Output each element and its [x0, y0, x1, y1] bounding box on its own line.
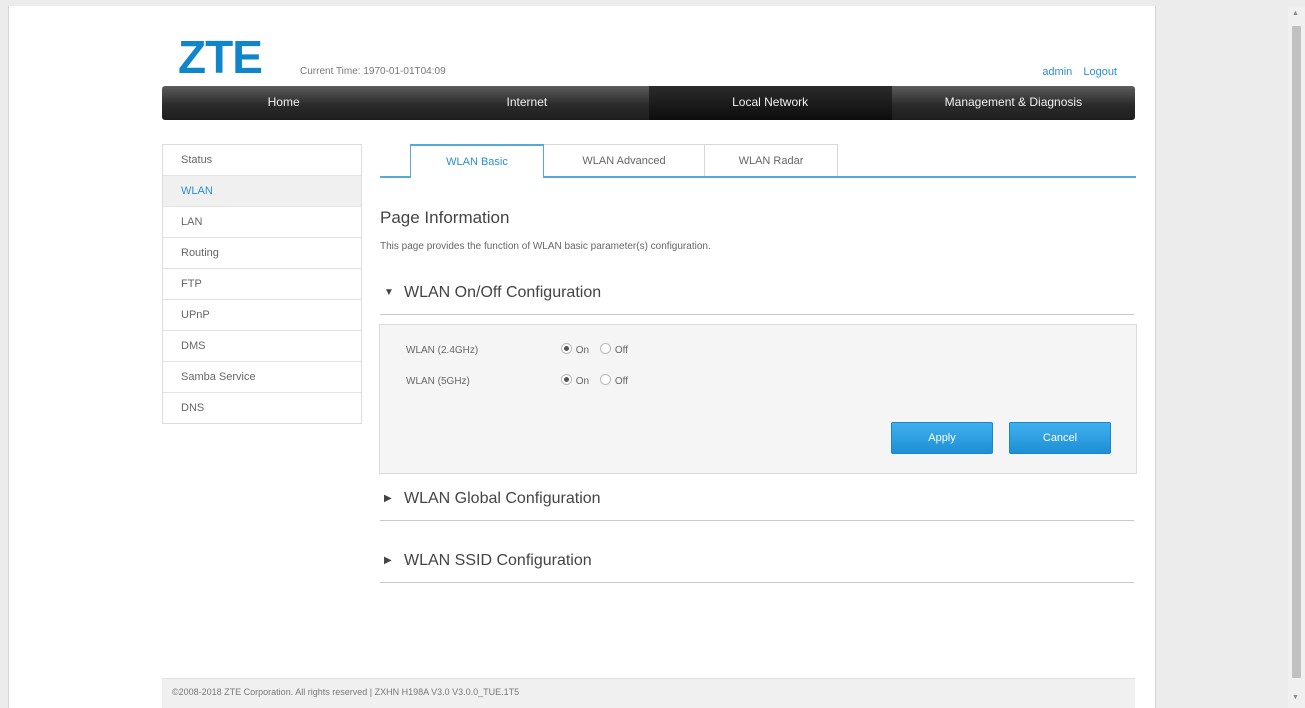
- nav-home[interactable]: Home: [162, 86, 405, 120]
- page-description: This page provides the function of WLAN …: [380, 241, 711, 252]
- tab-bar: WLAN Basic WLAN Advanced WLAN Radar: [380, 144, 1136, 178]
- wlan-24ghz-label: WLAN (2.4GHz): [406, 345, 479, 356]
- sidebar-item-lan[interactable]: LAN: [163, 207, 361, 238]
- section-wlan-onoff[interactable]: ▼ WLAN On/Off Configuration: [380, 284, 1134, 315]
- nav-management-diagnosis[interactable]: Management & Diagnosis: [892, 86, 1135, 120]
- triangle-right-icon: ▶: [384, 493, 392, 504]
- footer: ©2008-2018 ZTE Corporation. All rights r…: [162, 678, 1135, 708]
- section-title: WLAN On/Off Configuration: [404, 284, 602, 301]
- sidebar-item-ftp[interactable]: FTP: [163, 269, 361, 300]
- section-wlan-global[interactable]: ▶ WLAN Global Configuration: [380, 490, 1134, 521]
- apply-button[interactable]: Apply: [891, 422, 993, 454]
- wlan-onoff-panel: WLAN (2.4GHz) On Off WLAN (5GHz) On Off …: [379, 324, 1137, 474]
- wlan-24ghz-off-radio[interactable]: [599, 343, 611, 354]
- scrollbar[interactable]: ▲ ▼: [1288, 6, 1305, 708]
- sidebar-item-status[interactable]: Status: [163, 145, 361, 176]
- nav-local-network[interactable]: Local Network: [648, 86, 892, 120]
- wlan-24ghz-on-radio[interactable]: [560, 343, 572, 354]
- wlan-5ghz-off-radio[interactable]: [599, 374, 611, 385]
- wlan-5ghz-on-label[interactable]: On: [576, 376, 589, 387]
- zte-logo: ZTE: [178, 31, 263, 83]
- tab-wlan-basic[interactable]: WLAN Basic: [410, 144, 544, 178]
- sidebar-item-upnp[interactable]: UPnP: [163, 300, 361, 331]
- triangle-down-icon: ▼: [384, 287, 394, 298]
- section-wlan-ssid[interactable]: ▶ WLAN SSID Configuration: [380, 552, 1134, 583]
- sidebar-item-dms[interactable]: DMS: [163, 331, 361, 362]
- section-title: WLAN SSID Configuration: [404, 552, 592, 569]
- section-title: WLAN Global Configuration: [404, 490, 601, 507]
- scroll-thumb[interactable]: [1292, 26, 1301, 678]
- sidebar-item-samba-service[interactable]: Samba Service: [163, 362, 361, 393]
- wlan-5ghz-label: WLAN (5GHz): [406, 376, 470, 387]
- tab-wlan-advanced[interactable]: WLAN Advanced: [543, 144, 705, 176]
- nav-internet[interactable]: Internet: [405, 86, 648, 120]
- wlan-24ghz-off-label[interactable]: Off: [615, 345, 628, 356]
- wlan-5ghz-off-label[interactable]: Off: [615, 376, 628, 387]
- wlan-5ghz-on-radio[interactable]: [560, 374, 572, 385]
- admin-link[interactable]: admin: [1042, 66, 1072, 78]
- page-title: Page Information: [380, 208, 510, 227]
- tab-wlan-radar[interactable]: WLAN Radar: [704, 144, 838, 176]
- sidebar-item-routing[interactable]: Routing: [163, 238, 361, 269]
- triangle-right-icon: ▶: [384, 555, 392, 566]
- scroll-down-icon[interactable]: ▼: [1292, 694, 1299, 701]
- wlan-5ghz-row: WLAN (5GHz) On Off: [406, 374, 636, 388]
- sidebar-item-dns[interactable]: DNS: [163, 393, 361, 423]
- logout-link[interactable]: Logout: [1083, 66, 1117, 78]
- sidebar: Status WLAN LAN Routing FTP UPnP DMS Sam…: [162, 144, 362, 424]
- wlan-24ghz-row: WLAN (2.4GHz) On Off: [406, 343, 636, 357]
- user-links: admin Logout: [1034, 66, 1117, 78]
- sidebar-item-wlan[interactable]: WLAN: [163, 176, 361, 207]
- wlan-24ghz-on-label[interactable]: On: [576, 345, 589, 356]
- cancel-button[interactable]: Cancel: [1009, 422, 1111, 454]
- scroll-up-icon[interactable]: ▲: [1292, 10, 1299, 17]
- main-nav: Home Internet Local Network Management &…: [162, 86, 1135, 120]
- current-time: Current Time: 1970-01-01T04:09: [300, 66, 446, 77]
